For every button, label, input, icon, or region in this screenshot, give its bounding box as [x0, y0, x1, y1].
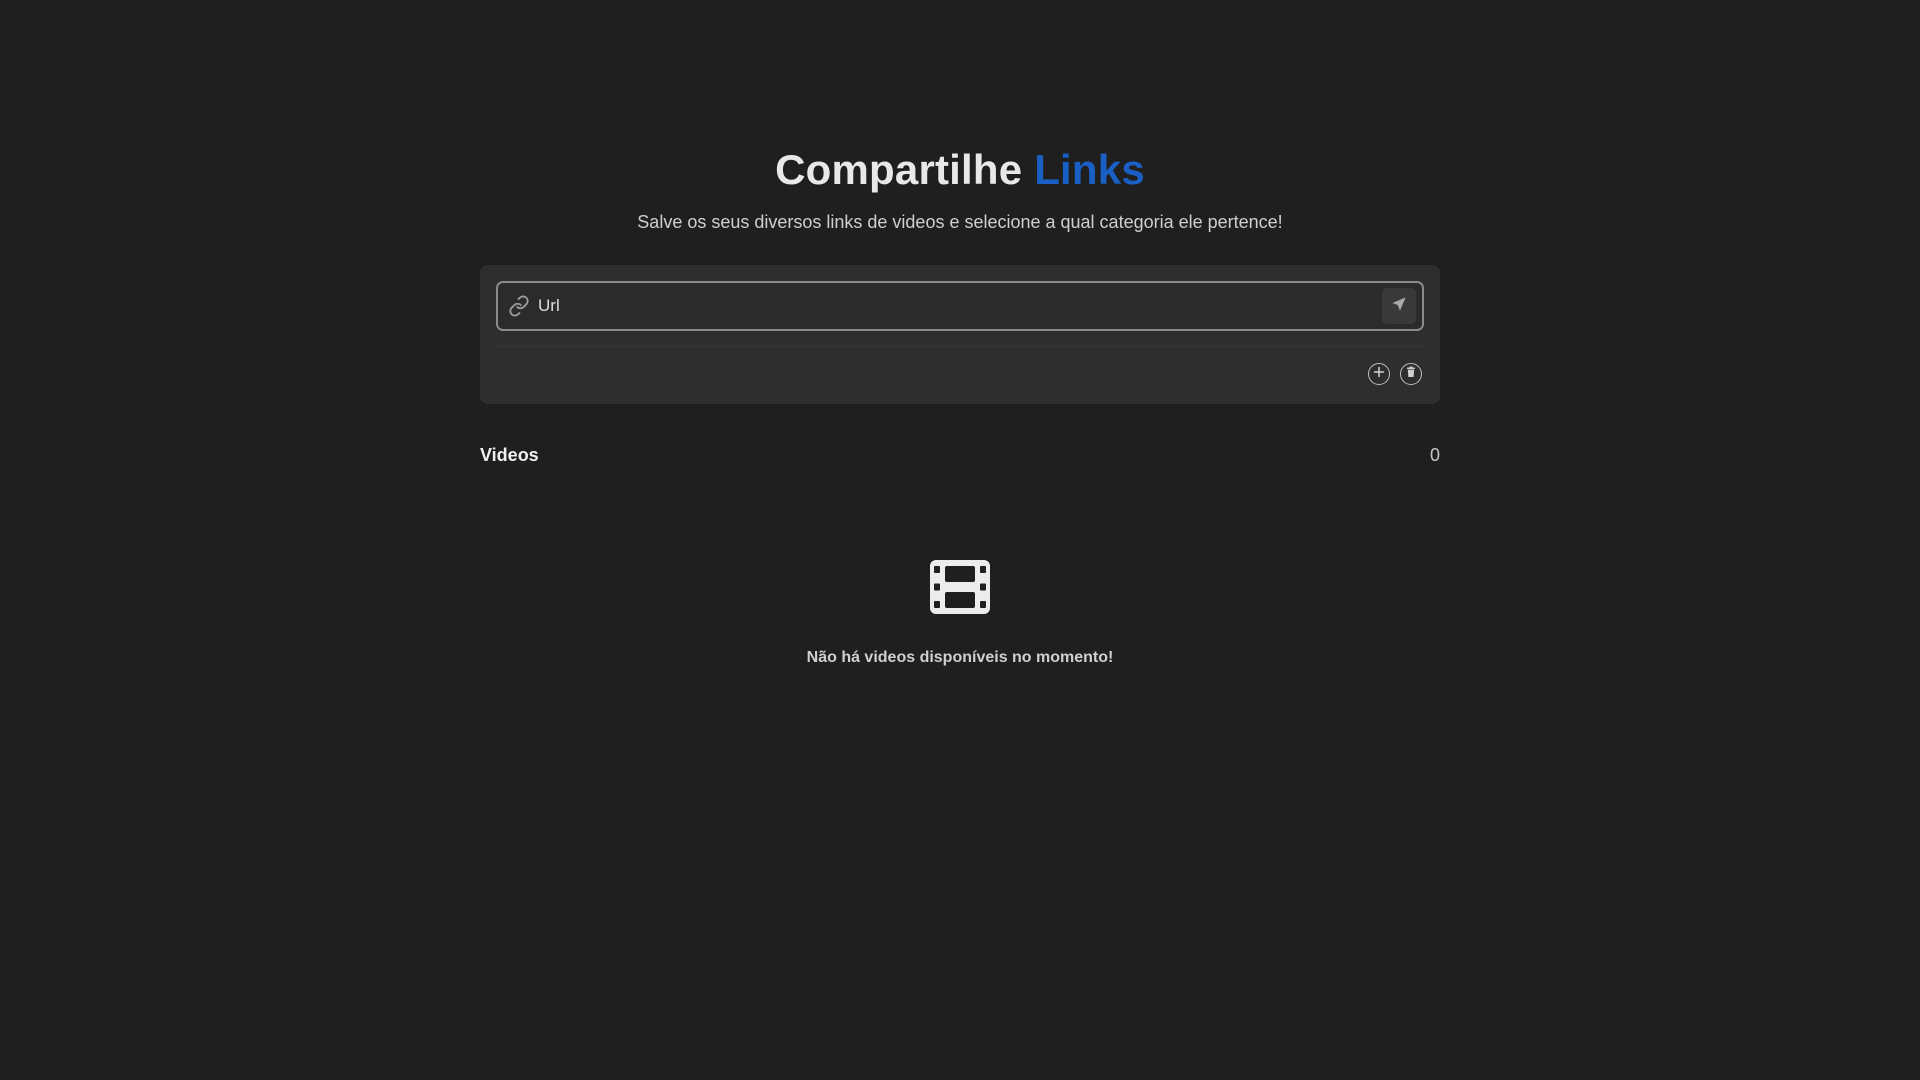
page-title: Compartilhe Links — [0, 138, 1920, 202]
trash-icon — [1405, 365, 1417, 383]
film-icon — [930, 560, 990, 614]
page: Compartilhe Links Salve os seus diversos… — [0, 0, 1920, 1080]
link-icon — [508, 295, 530, 317]
videos-count: 0 — [1429, 445, 1440, 465]
title-accent: Links — [1034, 146, 1145, 193]
add-button[interactable] — [1368, 363, 1390, 385]
send-button[interactable] — [1382, 288, 1416, 324]
videos-header: Videos 0 — [480, 443, 1440, 467]
url-field[interactable] — [496, 281, 1424, 331]
plus-icon — [1373, 365, 1385, 383]
header: Compartilhe Links Salve os seus diversos… — [0, 138, 1920, 234]
empty-state: Não há videos disponíveis no momento! — [0, 560, 1920, 668]
videos-title: Videos — [480, 445, 539, 465]
empty-message: Não há videos disponíveis no momento! — [806, 649, 1114, 666]
send-icon — [1391, 296, 1407, 317]
title-main: Compartilhe — [775, 146, 1023, 193]
delete-button[interactable] — [1400, 363, 1422, 385]
url-input[interactable] — [538, 283, 1358, 329]
divider — [496, 346, 1424, 347]
link-form-card — [480, 265, 1440, 404]
page-subtitle: Salve os seus diversos links de videos e… — [637, 212, 1283, 232]
